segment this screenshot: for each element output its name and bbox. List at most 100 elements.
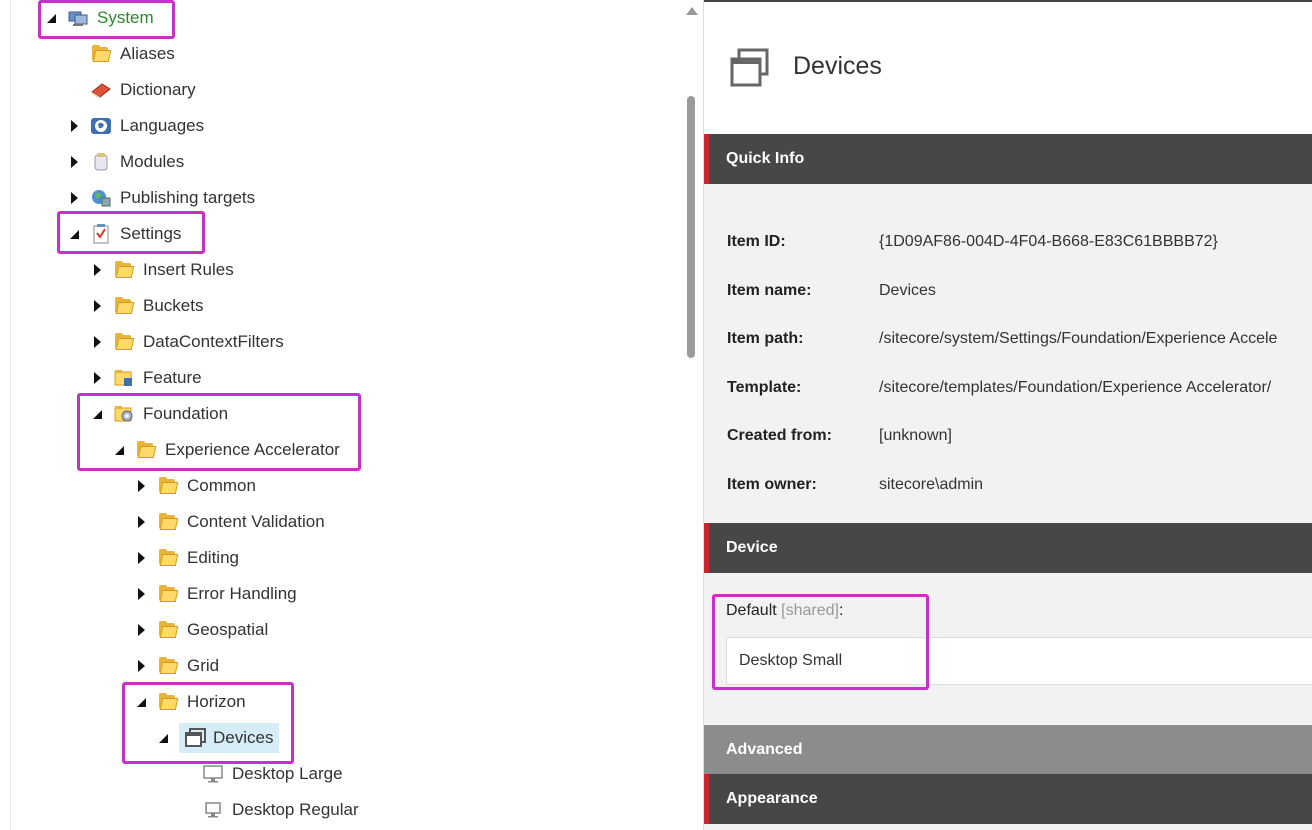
tree-item-dictionary[interactable]: Dictionary	[90, 72, 198, 108]
collapse-arrow-icon[interactable]	[91, 324, 103, 360]
expand-arrow-icon[interactable]	[157, 720, 169, 756]
tree-item-aliases[interactable]: Aliases	[90, 36, 177, 72]
scroll-up-arrow-icon[interactable]	[686, 7, 698, 15]
collapse-arrow-icon[interactable]	[135, 576, 147, 612]
tree-item-label: Geospatial	[187, 620, 269, 639]
collapse-arrow-icon[interactable]	[91, 252, 103, 288]
default-device-value: Desktop Small	[739, 652, 843, 669]
section-appearance[interactable]: Appearance	[704, 774, 1312, 824]
tree-item-modules[interactable]: Modules	[68, 144, 186, 180]
field-label-text: Default	[726, 602, 777, 619]
tree-item-settings[interactable]: Settings	[68, 216, 183, 252]
tree-item-grid[interactable]: Grid	[135, 648, 221, 684]
collapse-arrow-icon[interactable]	[135, 648, 147, 684]
tree-item-common[interactable]: Common	[135, 468, 258, 504]
expand-arrow-icon[interactable]	[68, 216, 80, 252]
folder-icon	[113, 259, 135, 281]
monitor-icon	[202, 799, 224, 821]
tree-item-buckets[interactable]: Buckets	[91, 288, 205, 324]
tree-item-desktop-regular[interactable]: Desktop Regular	[202, 792, 361, 828]
collapse-arrow-icon[interactable]	[135, 468, 147, 504]
tree-item-foundation[interactable]: Foundation	[91, 396, 230, 432]
expand-arrow-icon[interactable]	[45, 0, 57, 36]
folder-icon	[157, 655, 179, 677]
info-value-template-link[interactable]: /sitecore/templates/Foundation/Experienc…	[879, 379, 1271, 397]
folder-icon	[157, 691, 179, 713]
folder-icon	[157, 511, 179, 533]
field-shared-tag: [shared]	[781, 602, 839, 619]
tree-item-content-validation[interactable]: Content Validation	[135, 504, 327, 540]
tree-left-border	[10, 0, 11, 830]
tree-item-label: Grid	[187, 656, 220, 675]
content-tree: System Aliases Dictionary Languages Modu…	[0, 0, 702, 830]
collapse-arrow-icon[interactable]	[68, 108, 80, 144]
expand-arrow-icon[interactable]	[135, 684, 147, 720]
tree-item-label: Experience Accelerator	[165, 440, 340, 459]
tree-item-label: Aliases	[120, 44, 175, 63]
info-key: Item ID:	[727, 233, 786, 250]
tree-item-label: Buckets	[143, 296, 204, 315]
section-advanced[interactable]: Advanced	[704, 725, 1312, 775]
field-label-colon: :	[838, 602, 844, 619]
tree-item-label: Error Handling	[187, 584, 297, 603]
settings-icon	[90, 223, 112, 245]
info-key: Item name:	[727, 282, 812, 299]
info-value: /sitecore/system/Settings/Foundation/Exp…	[879, 330, 1278, 347]
folder-icon	[157, 583, 179, 605]
section-quick-info[interactable]: Quick Info	[704, 134, 1312, 184]
tree-item-insert-rules[interactable]: Insert Rules	[91, 252, 236, 288]
expand-arrow-icon[interactable]	[113, 432, 125, 468]
tree-item-editing[interactable]: Editing	[135, 540, 241, 576]
expand-arrow-icon[interactable]	[91, 396, 103, 432]
tree-item-feature[interactable]: Feature	[91, 360, 204, 396]
section-device[interactable]: Device	[704, 523, 1312, 573]
tree-item-error-handling[interactable]: Error Handling	[135, 576, 299, 612]
collapse-arrow-icon[interactable]	[68, 180, 80, 216]
tree-item-label: Settings	[120, 224, 182, 243]
collapse-arrow-icon[interactable]	[135, 612, 147, 648]
tree-item-label: Horizon	[187, 692, 246, 711]
info-key: Item path:	[727, 330, 804, 347]
tree-item-label: Modules	[120, 152, 185, 171]
tree-item-label: Content Validation	[187, 512, 325, 531]
info-value: Devices	[879, 282, 936, 299]
tree-scrollbar[interactable]	[682, 0, 702, 830]
tree-item-publishing-targets[interactable]: Publishing targets	[68, 180, 257, 216]
folder-icon	[157, 475, 179, 497]
globe-icon	[90, 115, 112, 137]
devices-icon	[185, 727, 207, 749]
folder-feature-icon	[113, 367, 135, 389]
collapse-arrow-icon[interactable]	[91, 360, 103, 396]
collapse-arrow-icon[interactable]	[135, 504, 147, 540]
item-header: Devices	[704, 2, 1312, 134]
folder-foundation-icon	[113, 403, 135, 425]
item-title: Devices	[793, 52, 882, 80]
system-icon	[67, 7, 89, 29]
modules-icon	[90, 151, 112, 173]
tree-item-devices[interactable]: Devices	[157, 720, 280, 756]
tree-item-label: Devices	[213, 728, 274, 747]
folder-icon	[157, 619, 179, 641]
tree-item-experience-accelerator[interactable]: Experience Accelerator	[113, 432, 342, 468]
folder-icon	[157, 547, 179, 569]
tree-item-devices-selection[interactable]: Devices	[179, 723, 280, 753]
scrollbar-thumb[interactable]	[687, 96, 695, 358]
info-key: Template:	[727, 379, 802, 396]
tree-item-desktop-large[interactable]: Desktop Large	[202, 756, 345, 792]
folder-icon	[90, 43, 112, 65]
tree-item-languages[interactable]: Languages	[68, 108, 206, 144]
tree-item-label: DataContextFilters	[143, 332, 284, 351]
tree-item-label: Publishing targets	[120, 188, 256, 207]
publishing-icon	[90, 187, 112, 209]
tree-item-geospatial[interactable]: Geospatial	[135, 612, 270, 648]
tree-item-horizon[interactable]: Horizon	[135, 684, 248, 720]
tree-item-label: System	[97, 8, 154, 27]
collapse-arrow-icon[interactable]	[135, 540, 147, 576]
tree-item-system[interactable]: System	[45, 0, 156, 36]
tree-item-datacontextfilters[interactable]: DataContextFilters	[91, 324, 286, 360]
collapse-arrow-icon[interactable]	[91, 288, 103, 324]
item-detail-pane: Devices Quick Info Item ID: {1D09AF86-00…	[703, 0, 1312, 830]
device-field-label: Default [shared]:	[726, 602, 843, 620]
default-device-field[interactable]: Desktop Small	[726, 637, 1312, 685]
collapse-arrow-icon[interactable]	[68, 144, 80, 180]
